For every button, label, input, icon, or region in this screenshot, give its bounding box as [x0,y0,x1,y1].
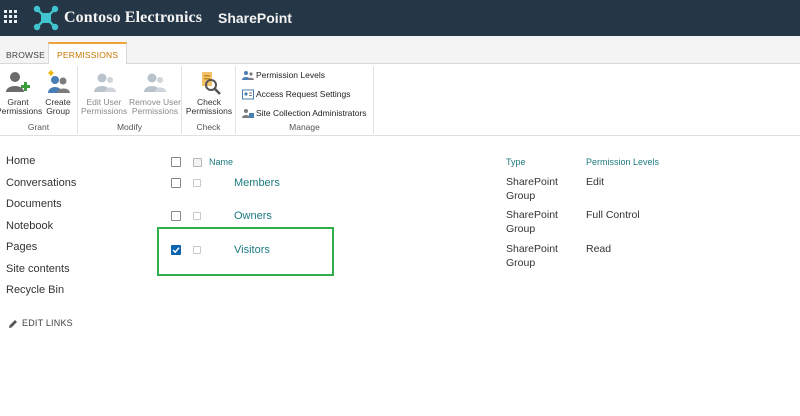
group-type: SharePoint Group [506,176,558,202]
nav-item-recycle-bin[interactable]: Recycle Bin [6,284,146,306]
left-navigation: Home Conversations Documents Notebook Pa… [6,155,146,306]
row-item-checkbox[interactable] [193,179,201,187]
group-type: SharePoint Group [506,209,558,235]
nav-item-conversations[interactable]: Conversations [6,177,146,199]
group-name-link[interactable]: Owners [234,210,272,222]
app-name[interactable]: SharePoint [218,10,292,26]
row-item-checkbox[interactable] [193,246,201,254]
access-request-settings-button[interactable]: Access Request Settings [242,89,351,103]
nav-item-home[interactable]: Home [6,155,146,177]
row-checkbox[interactable] [171,211,181,221]
ribbon-group-label-manage: Manage [289,122,320,132]
create-group-icon [48,70,70,93]
brand-name[interactable]: Contoso Electronics [64,9,202,27]
remove-user-permissions-button[interactable]: Remove User Permissions [128,70,182,116]
group-name-link[interactable]: Visitors [234,244,270,256]
item-type-header-checkbox[interactable] [193,158,202,167]
ribbon-group-grant: Grant Permissions Create Group Grant [0,66,78,134]
edit-links-label: EDIT LINKS [22,318,73,328]
group-permission: Edit [586,176,605,188]
ribbon-group-label-grant: Grant [27,122,50,132]
row-checkbox[interactable] [171,178,181,188]
remove-user-permissions-icon [144,73,166,92]
create-group-label-2: Group [46,106,70,116]
grant-permissions-button[interactable]: Grant Permissions [0,70,43,116]
ribbon: Grant Permissions Create Group Grant Edi… [0,64,800,136]
row-checkbox-checked[interactable] [171,245,181,255]
permission-levels-button[interactable]: Permission Levels [242,70,325,84]
access-request-settings-label: Access Request Settings [256,89,351,99]
ribbon-group-manage: Permission Levels Access Request Setting… [236,66,374,134]
ribbon-group-check: Check Permissions Check [182,66,236,134]
check-permissions-button[interactable]: Check Permissions [184,70,234,116]
app-launcher-icon[interactable] [4,10,18,24]
group-permission: Full Control [586,209,640,221]
nav-item-notebook[interactable]: Notebook [6,220,146,242]
site-collection-admins-label: Site Collection Administrators [256,108,367,118]
site-collection-admins-button[interactable]: Site Collection Administrators [242,108,367,122]
edit-user-permissions-button[interactable]: Edit User Permissions [81,70,127,116]
check-permissions-icon [202,72,221,95]
check-permissions-label-2: Permissions [185,106,233,116]
checkmark-icon [172,247,180,254]
suite-bar: Contoso Electronics SharePoint [0,0,800,36]
permission-levels-label: Permission Levels [256,70,325,80]
group-permission: Read [586,243,612,255]
remove-user-permissions-label-2: Permissions [131,106,179,116]
edit-user-permissions-label-2: Permissions [81,106,128,116]
permission-levels-icon [242,71,254,81]
select-all-checkbox[interactable] [171,157,181,167]
access-request-settings-icon [242,89,254,100]
group-type: SharePoint Group [506,243,558,269]
row-item-checkbox[interactable] [193,212,201,220]
contoso-logo-icon[interactable] [32,4,60,32]
create-group-button[interactable]: Create Group [40,70,76,116]
nav-item-site-contents[interactable]: Site contents [6,263,146,285]
edit-user-permissions-icon [94,73,116,92]
grant-permissions-label-2: Permissions [0,106,43,116]
edit-links-button[interactable]: EDIT LINKS [8,318,73,329]
grant-permissions-icon [6,72,30,92]
column-header-type[interactable]: Type [506,157,526,167]
column-header-name[interactable]: Name [209,157,233,167]
tab-permissions[interactable]: PERMISSIONS [48,42,128,65]
ribbon-group-modify: Edit User Permissions Remove User Permis… [78,66,182,134]
ribbon-group-label-modify: Modify [116,122,143,132]
column-header-permission-levels[interactable]: Permission Levels [586,157,659,167]
site-collection-admins-icon [242,109,254,119]
nav-item-documents[interactable]: Documents [6,198,146,220]
ribbon-group-label-check: Check [196,122,221,132]
group-name-link[interactable]: Members [234,177,280,189]
pencil-icon [9,319,17,328]
nav-item-pages[interactable]: Pages [6,241,146,263]
ribbon-tab-strip: BROWSE PERMISSIONS [0,36,800,65]
